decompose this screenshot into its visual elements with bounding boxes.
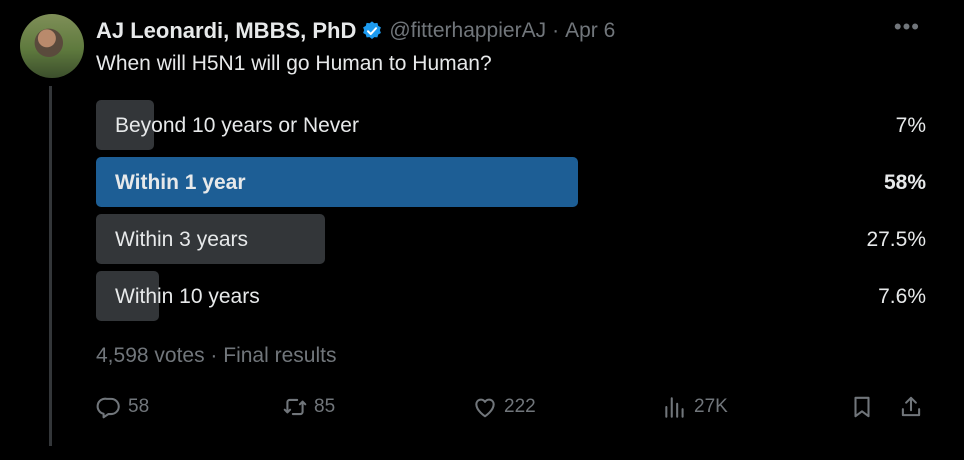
poll-option: Within 3 years 27.5% [96,214,926,264]
bookmark-icon [854,396,870,418]
poll-option: Beyond 10 years or Never 7% [96,100,926,150]
views-chart-icon [665,397,684,418]
reply-button[interactable]: 58 [96,394,149,420]
poll-option-label: Beyond 10 years or Never [115,114,359,137]
poll-option-percent: 58% [883,171,926,194]
author-handle[interactable]: @fitterhappierAJ [389,19,546,43]
share-button[interactable] [898,394,924,420]
author-name[interactable]: AJ Leonardi, MBBS, PhD [96,18,356,44]
poll-option-percent: 7.6% [878,285,926,308]
share-icon [901,396,921,417]
poll-option-percent: 7% [895,114,926,137]
heart-icon [475,398,495,418]
verified-badge-icon [363,21,382,39]
meta-separator: · [552,19,560,42]
bookmark-button[interactable] [849,394,875,420]
tweet-header: AJ Leonardi, MBBS, PhD @fitterhappierAJ … [96,16,615,46]
poll-option-label: Within 10 years [115,285,260,308]
reply-count: 58 [128,396,150,417]
repost-icon [283,398,307,416]
like-count: 222 [504,396,536,417]
action-bar: 58 85 222 27K [96,394,926,428]
poll: Beyond 10 years or Never 7% Within 1 yea… [96,100,926,328]
avatar[interactable] [20,14,84,78]
tweet-text: When will H5N1 will go Human to Human? [96,52,492,75]
repost-button[interactable]: 85 [282,394,335,420]
poll-option-label: Within 1 year [115,171,246,194]
tweet-date[interactable]: Apr 6 [565,19,615,43]
views-button[interactable]: 27K [662,394,728,420]
poll-option: Within 10 years 7.6% [96,271,926,321]
more-options-icon[interactable]: ••• [894,14,920,40]
thread-line [49,86,52,446]
views-count: 27K [694,396,728,417]
reply-icon [96,397,120,419]
poll-option-label: Within 3 years [115,228,249,251]
repost-count: 85 [314,396,336,417]
like-button[interactable]: 222 [472,394,536,420]
poll-option-percent: 27.5% [866,228,926,251]
poll-results: 4,598 votes · Final results [96,344,337,367]
poll-option-winner: Within 1 year 58% [96,157,926,207]
